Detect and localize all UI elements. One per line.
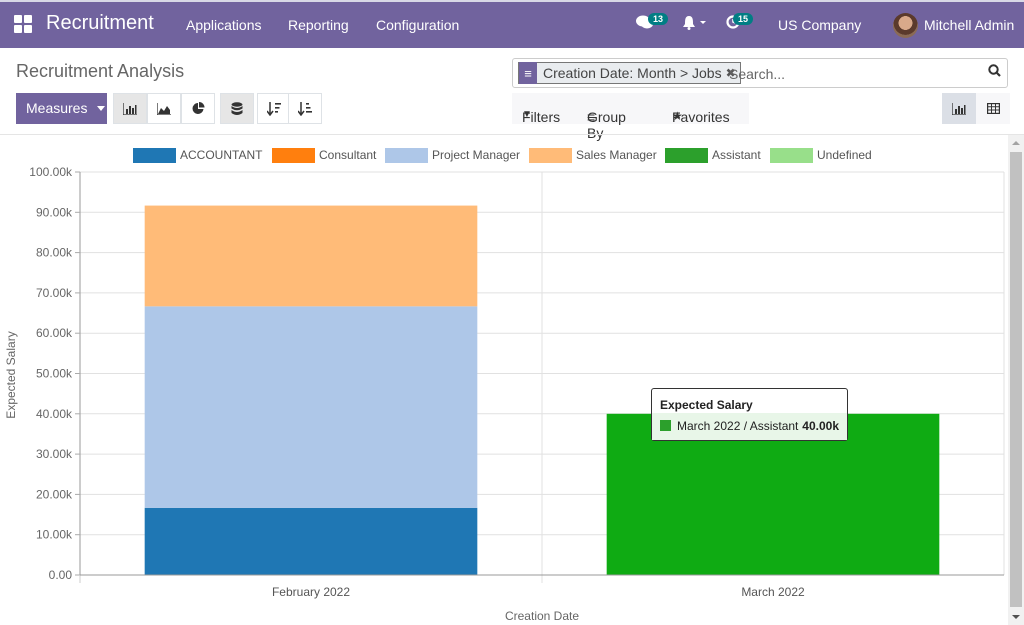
y-tick-label: 100.00k <box>29 165 73 179</box>
legend-swatch <box>665 148 708 163</box>
legend-swatch <box>529 148 572 163</box>
legend-item[interactable]: Project Manager <box>385 148 520 163</box>
pivot-view-button[interactable] <box>976 93 1010 124</box>
legend-label: ACCOUNTANT <box>180 148 263 162</box>
tooltip-label: March 2022 / Assistant <box>677 419 799 433</box>
bar-chart-button[interactable] <box>113 93 147 124</box>
groupby-facet-icon: ≡ <box>519 62 537 84</box>
y-tick-label: 90.00k <box>36 205 73 219</box>
line-chart-button[interactable] <box>147 93 181 124</box>
search-bar: ≡ Creation Date: Month > Jobs ✖ Search..… <box>512 58 1008 88</box>
legend-label: Undefined <box>817 148 872 162</box>
legend-swatch <box>272 148 315 163</box>
legend-item[interactable]: Assistant <box>665 148 761 163</box>
sort-descending-button[interactable] <box>257 93 291 124</box>
notifications-button[interactable] <box>683 16 707 33</box>
bar-chart-icon <box>952 102 966 115</box>
table-icon <box>986 103 1000 114</box>
apps-icon[interactable] <box>14 15 32 33</box>
caret-down-icon <box>97 106 106 111</box>
menu-reporting[interactable]: Reporting <box>288 17 349 33</box>
bar-segment[interactable] <box>144 205 478 307</box>
x-tick-label: March 2022 <box>741 585 805 599</box>
legend-label: Sales Manager <box>576 148 657 162</box>
tooltip-row: March 2022 / Assistant 40.00k <box>652 413 847 440</box>
x-axis-label: Creation Date <box>505 609 579 623</box>
scrollbar-thumb[interactable] <box>1010 152 1022 607</box>
legend-swatch <box>770 148 813 163</box>
top-navbar: Recruitment Applications Reporting Confi… <box>0 0 1024 48</box>
activities-badge: 15 <box>733 13 754 25</box>
legend-label: Project Manager <box>432 148 520 162</box>
company-switcher[interactable]: US Company <box>778 17 861 33</box>
filters-label: Filters <box>522 109 561 125</box>
messages-button[interactable]: 13 <box>636 13 669 33</box>
y-tick-label: 50.00k <box>36 367 73 381</box>
area-chart-icon <box>157 102 171 115</box>
search-icon[interactable] <box>988 64 1001 80</box>
avatar[interactable] <box>893 13 918 38</box>
scroll-up-icon[interactable] <box>1012 141 1020 145</box>
y-tick-label: 70.00k <box>36 286 73 300</box>
sort-ascending-icon <box>298 101 312 116</box>
scroll-down-icon[interactable] <box>1012 615 1020 619</box>
legend-item[interactable]: Undefined <box>770 148 872 163</box>
bell-icon <box>683 16 706 30</box>
search-input[interactable]: Search... <box>729 66 785 82</box>
y-axis-label: Expected Salary <box>4 331 18 418</box>
search-facet-groupby[interactable]: ≡ Creation Date: Month > Jobs ✖ <box>518 62 741 84</box>
bar-chart: ACCOUNTANT Consultant Project Manager Sales… <box>4 148 1005 623</box>
y-tick-label: 10.00k <box>36 528 73 542</box>
app-brand[interactable]: Recruitment <box>46 12 154 35</box>
chart-tooltip: Expected Salary March 2022 / Assistant 4… <box>651 388 848 441</box>
legend-swatch <box>385 148 428 163</box>
vertical-scrollbar[interactable] <box>1008 135 1024 625</box>
user-menu[interactable]: Mitchell Admin <box>924 17 1014 33</box>
menu-applications[interactable]: Applications <box>186 17 262 33</box>
legend-swatch <box>133 148 176 163</box>
legend-item[interactable]: Sales Manager <box>529 148 657 163</box>
y-tick-label: 60.00k <box>36 326 73 340</box>
y-tick-label: 80.00k <box>36 246 73 260</box>
search-options-bar: ▼ Filters ≡ Group By ★ Favorites <box>512 93 749 141</box>
tooltip-swatch <box>660 420 671 431</box>
y-tick-label: 20.00k <box>36 487 73 501</box>
chart-legend: ACCOUNTANT Consultant Project Manager Sales… <box>133 148 872 163</box>
y-tick-label: 30.00k <box>36 447 73 461</box>
x-tick-label: February 2022 <box>272 585 350 599</box>
tooltip-title: Expected Salary <box>660 398 753 412</box>
legend-item[interactable]: ACCOUNTANT <box>133 148 263 163</box>
sort-ascending-button[interactable] <box>288 93 322 124</box>
y-tick-label: 40.00k <box>36 407 73 421</box>
page-title: Recruitment Analysis <box>16 61 185 81</box>
bar-segment[interactable] <box>144 507 478 575</box>
facet-label: Creation Date: Month > Jobs <box>543 65 722 81</box>
measures-label: Measures <box>26 100 88 116</box>
database-icon <box>231 101 243 115</box>
messages-badge: 13 <box>648 13 669 25</box>
legend-item[interactable]: Consultant <box>272 148 377 163</box>
measures-button[interactable]: Measures <box>16 93 107 124</box>
pie-chart-icon <box>192 102 204 114</box>
tooltip-value: 40.00k <box>802 419 839 433</box>
sort-descending-icon <box>267 101 281 116</box>
legend-label: Consultant <box>319 148 377 162</box>
bar-chart-icon <box>123 102 137 115</box>
graph-view-button[interactable] <box>942 93 976 124</box>
pie-chart-button[interactable] <box>181 93 215 124</box>
menu-configuration[interactable]: Configuration <box>376 17 459 33</box>
legend-label: Assistant <box>712 148 761 162</box>
y-tick-label: 0.00 <box>49 568 73 582</box>
stacked-button[interactable] <box>220 93 254 124</box>
activities-button[interactable]: 15 <box>726 13 754 32</box>
bar-segment[interactable] <box>144 306 478 508</box>
favorites-label: Favorites <box>672 109 730 125</box>
